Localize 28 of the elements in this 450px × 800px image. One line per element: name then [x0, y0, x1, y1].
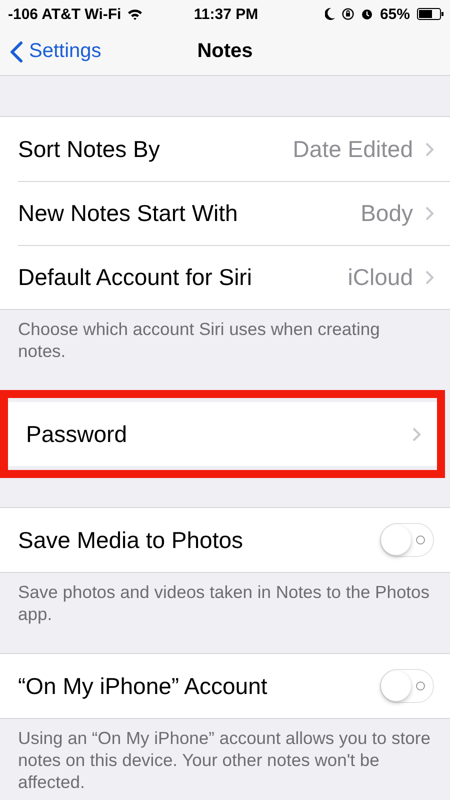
setting-label[interactable]: Sort Notes By — [18, 136, 293, 162]
battery-percent: 65% — [380, 6, 410, 22]
chevron-icon — [425, 142, 434, 156]
setting-label[interactable]: Default Account for Siri — [18, 264, 348, 290]
footer-note: Using an “On My iPhone” account allows you to store notes on this device. Your other notes won't be affected. — [17, 727, 432, 793]
rotation-lock-icon — [342, 8, 354, 20]
setting-value: iCloud — [348, 264, 413, 290]
setting-label[interactable]: Password — [26, 420, 412, 448]
setting-label[interactable]: New Notes Start With — [18, 200, 361, 226]
footer-note: Choose which account Siri uses when creating notes. — [17, 318, 381, 363]
setting-value: Date Edited — [292, 136, 413, 162]
chevron-icon — [412, 426, 421, 442]
page-title: Notes — [197, 40, 253, 62]
setting-label: “On My iPhone” Account — [18, 672, 268, 700]
chevron-icon — [425, 270, 434, 284]
back-chevron-icon — [10, 40, 23, 62]
battery-icon — [417, 8, 444, 20]
toggle-switch[interactable] — [380, 669, 434, 703]
clock-time: 11:37 PM — [194, 6, 258, 22]
toggle-switch[interactable] — [380, 523, 434, 557]
setting-label: Save Media to Photos — [18, 526, 244, 554]
footer-note: Save photos and videos taken in Notes to the Photos app. — [17, 581, 431, 626]
wifi-icon — [127, 8, 144, 20]
setting-value: Body — [360, 200, 413, 226]
chevron-icon — [425, 206, 434, 220]
moon-icon — [324, 8, 335, 20]
back-button[interactable]: Settings — [0, 32, 110, 72]
carrier-text: -106 AT&T Wi-Fi — [8, 6, 122, 22]
